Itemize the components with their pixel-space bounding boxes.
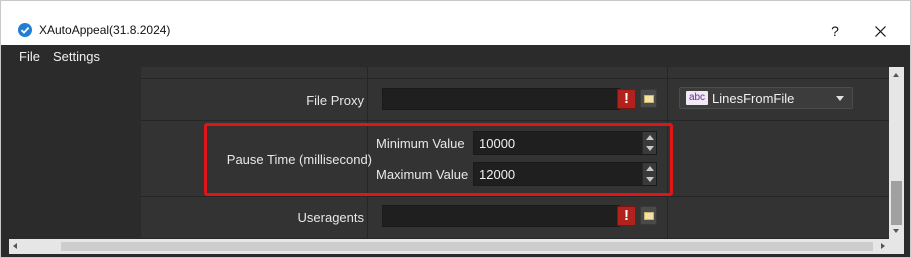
grid-row-top-partial [141,67,889,79]
warning-icon: ! [624,90,629,107]
file-proxy-warning-button[interactable]: ! [617,89,636,109]
text-type-icon: abc [686,91,708,105]
vertical-scrollbar[interactable] [889,67,904,239]
menu-settings[interactable]: Settings [53,49,100,64]
horizontal-scroll-thumb[interactable] [61,242,873,251]
file-proxy-input[interactable] [382,88,620,110]
close-icon [874,26,886,38]
left-gutter [9,67,141,239]
menu-bar: File Settings [1,45,910,67]
scroll-left-icon[interactable] [13,243,17,249]
grid-row-useragents: Useragents ! [141,197,889,239]
useragents-browse-button[interactable] [640,206,657,225]
file-proxy-type-value: LinesFromFile [712,91,795,106]
chevron-down-icon [836,96,844,101]
scroll-up-icon[interactable] [893,73,899,77]
scroll-down-icon[interactable] [893,229,899,233]
close-button[interactable] [865,20,895,42]
menu-file[interactable]: File [19,49,40,64]
app-window: XAutoAppeal(31.8.2024) ? File Settings F… [0,0,911,258]
folder-icon [644,95,654,103]
scroll-corner [889,239,904,254]
vertical-scroll-thumb[interactable] [891,181,902,225]
window-title: XAutoAppeal(31.8.2024) [39,23,171,37]
title-bar: XAutoAppeal(31.8.2024) ? [1,1,910,45]
file-proxy-browse-button[interactable] [640,89,657,108]
file-proxy-type-combo[interactable]: abc LinesFromFile [679,87,853,109]
scroll-right-icon[interactable] [881,243,885,249]
useragents-warning-button[interactable]: ! [617,206,636,226]
grid-row-file-proxy: File Proxy ! abc LinesFromFile [141,79,889,121]
file-proxy-label: File Proxy [306,93,364,108]
warning-icon: ! [624,207,629,224]
folder-icon [644,212,654,220]
useragents-input[interactable] [382,205,620,227]
highlight-box [204,123,673,196]
horizontal-scrollbar[interactable] [9,239,889,254]
help-button[interactable]: ? [821,20,849,42]
useragents-label: Useragents [297,210,364,225]
app-logo-icon [18,23,32,37]
